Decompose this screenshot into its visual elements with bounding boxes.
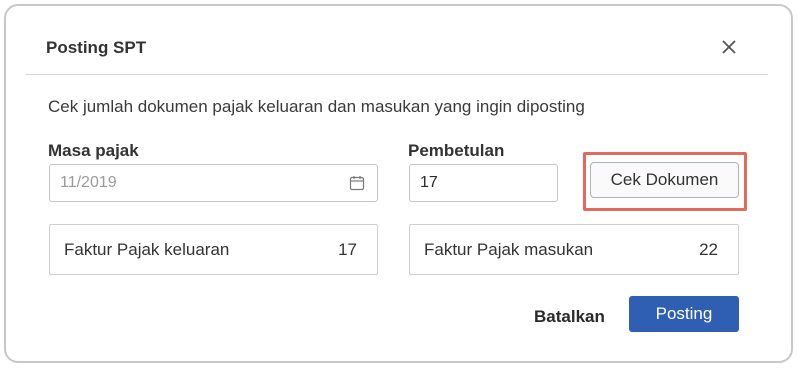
output-tax-invoice-summary: Faktur Pajak keluaran 17 xyxy=(49,224,378,275)
check-documents-button[interactable]: Cek Dokumen xyxy=(590,162,739,198)
correction-value: 17 xyxy=(420,174,438,191)
header-divider xyxy=(26,74,768,75)
close-icon[interactable] xyxy=(718,36,740,58)
input-tax-invoice-summary: Faktur Pajak masukan 22 xyxy=(409,224,739,275)
correction-input[interactable]: 17 xyxy=(409,164,558,202)
dialog-title: Posting SPT xyxy=(46,38,147,57)
input-tax-count: 22 xyxy=(699,239,718,259)
calendar-icon[interactable] xyxy=(349,175,365,191)
tax-period-value: 11/2019 xyxy=(60,174,117,191)
input-tax-label: Faktur Pajak masukan xyxy=(424,239,594,259)
output-tax-label: Faktur Pajak keluaran xyxy=(64,239,230,259)
instruction-text: Cek jumlah dokumen pajak keluaran dan ma… xyxy=(48,97,585,116)
tax-period-label: Masa pajak xyxy=(48,141,139,160)
posting-button[interactable]: Posting xyxy=(629,296,739,332)
posting-spt-dialog: Posting SPT Cek jumlah dokumen pajak kel… xyxy=(4,4,793,363)
correction-label: Pembetulan xyxy=(408,141,505,160)
output-tax-count: 17 xyxy=(338,239,357,259)
tax-period-input[interactable]: 11/2019 xyxy=(49,164,378,202)
cancel-button[interactable]: Batalkan xyxy=(534,307,605,327)
